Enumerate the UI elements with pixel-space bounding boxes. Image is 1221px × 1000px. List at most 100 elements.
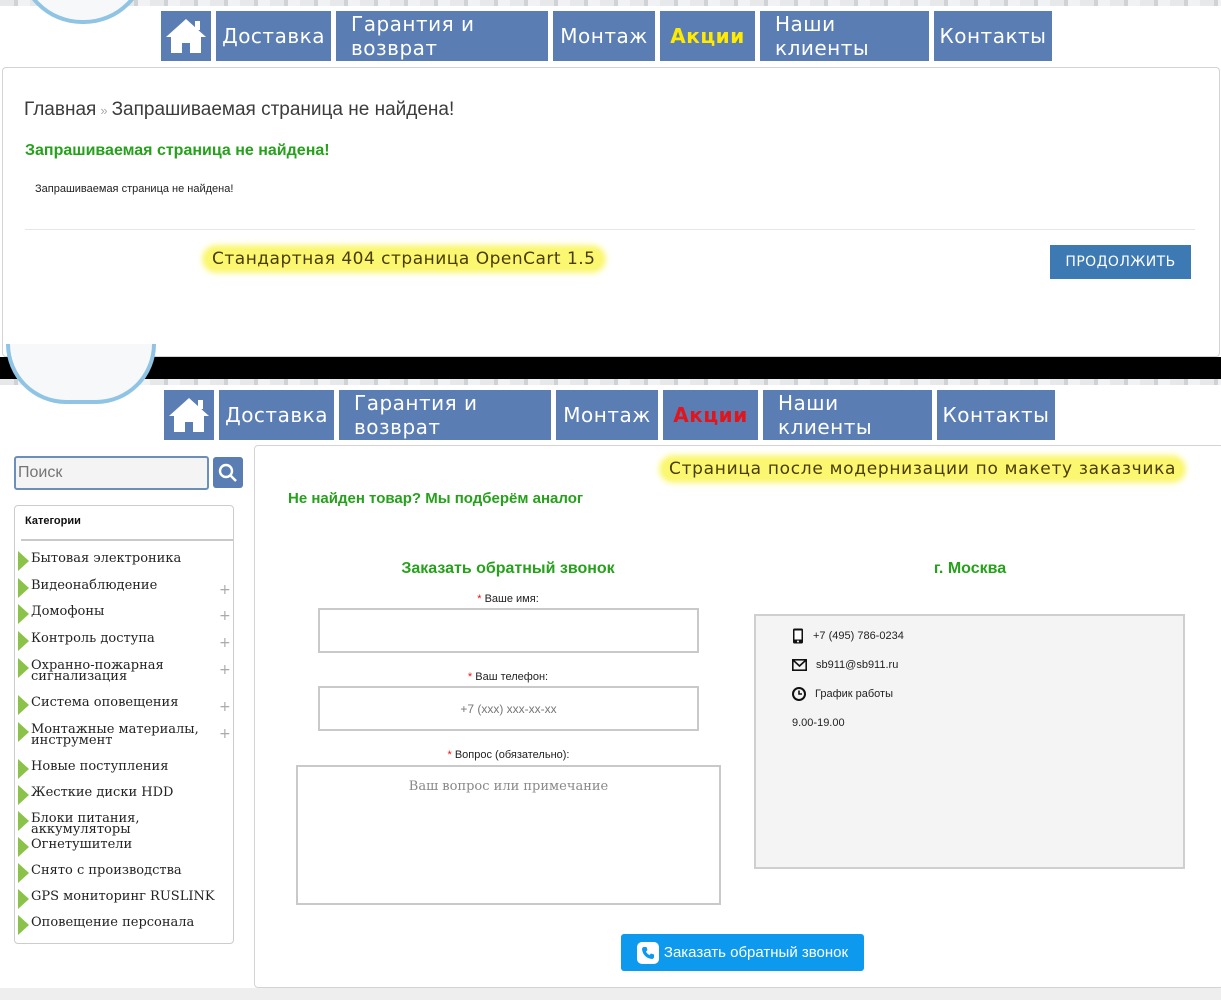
annotation-old-404: Стандартная 404 страница OpenCart 1.5 [206, 249, 602, 269]
sidebar-category-label: GPS мониторинг RUSLINK [31, 889, 215, 904]
nav-promotions[interactable]: Акции [660, 11, 755, 61]
sidebar-category-label: Оповещение персонала [31, 915, 195, 930]
sidebar-category-label: Видеонаблюдение [31, 578, 158, 593]
category-arrow-icon [18, 837, 29, 857]
category-arrow-icon [18, 889, 29, 909]
sidebar-category-label: Контроль доступа [31, 631, 155, 646]
category-arrow-icon [18, 631, 29, 651]
breadcrumb: Главная » Запрашиваемая страница не найден… [24, 99, 454, 121]
continue-button[interactable]: ПРОДОЛЖИТЬ [1050, 245, 1191, 279]
clock-icon [792, 687, 806, 701]
contact-schedule-label: График работы [815, 688, 893, 700]
expand-icon[interactable]: + [219, 636, 231, 650]
nav-promotions-2[interactable]: Акции [663, 390, 758, 440]
footer-strip [0, 988, 1221, 1000]
header-strip [0, 0, 1221, 6]
question-label-text: Вопрос (обязательно): [454, 749, 570, 761]
expand-icon[interactable]: + [219, 583, 231, 597]
category-arrow-icon [18, 759, 29, 779]
search-icon [218, 463, 237, 482]
sidebar-category-label: Система оповещения [31, 695, 179, 710]
nav-installation-2[interactable]: Монтаж [556, 390, 658, 440]
nav-warranty-2[interactable]: Гарантия и возврат [339, 390, 551, 440]
question-label: * Вопрос (обязательно): [296, 749, 721, 761]
callback-submit-label: Заказать обратный звонок [663, 944, 849, 961]
categories-title: Категории [25, 515, 81, 527]
nav-clients[interactable]: Наши клиенты [760, 11, 929, 61]
category-arrow-icon [18, 915, 29, 935]
categories-divider [21, 539, 233, 541]
logo[interactable] [18, 0, 148, 24]
contact-hours: 9.00-19.00 [792, 717, 845, 729]
sidebar-category-label: Огнетушители [31, 837, 133, 852]
required-mark: * [447, 749, 452, 761]
error-message: Запрашиваемая страница не найдена! [35, 183, 234, 195]
nav-delivery[interactable]: Доставка [216, 11, 331, 61]
category-arrow-icon [18, 722, 29, 742]
name-label-text: Ваше имя: [484, 593, 539, 605]
screenshot-separator [0, 357, 1221, 379]
sidebar-category-label: Новые поступления [31, 759, 169, 774]
breadcrumb-current[interactable]: Запрашиваемая страница не найдена! [112, 99, 455, 120]
home-icon [169, 398, 209, 432]
contact-phone: +7 (495) 786-0234 [792, 628, 904, 644]
contact-hours-text: 9.00-19.00 [792, 717, 845, 729]
sidebar-category-label: Жесткие диски HDD [31, 785, 174, 800]
name-field[interactable] [318, 608, 699, 653]
nav-clients-2[interactable]: Наши клиенты [763, 390, 932, 440]
phone-label-text: Ваш телефон: [475, 671, 549, 683]
breadcrumb-home[interactable]: Главная [24, 99, 96, 120]
phone-label: * Ваш телефон: [318, 671, 698, 683]
expand-icon[interactable]: + [219, 700, 231, 714]
page-title-new: Не найден товар? Мы подберём аналог [288, 490, 584, 507]
name-label: * Ваше имя: [318, 593, 698, 605]
nav-installation[interactable]: Монтаж [553, 11, 655, 61]
expand-icon[interactable]: + [219, 663, 231, 677]
header-strip-2 [0, 379, 1221, 385]
contact-box: +7 (495) 786-0234 sb911@sb911.ru График … [754, 614, 1185, 869]
category-arrow-icon [18, 578, 29, 598]
sidebar-category-label: Бытовая электроника [31, 551, 182, 566]
phone-icon [636, 941, 659, 964]
main-nav-2: Доставка Гарантия и возврат Монтаж Акции… [164, 390, 1055, 440]
sidebar-category-label: Снято с производства [31, 863, 182, 878]
callback-submit-button[interactable]: Заказать обратный звонок [621, 934, 864, 971]
contact-phone-text[interactable]: +7 (495) 786-0234 [813, 630, 904, 642]
required-mark: * [477, 593, 482, 605]
category-arrow-icon [18, 658, 29, 678]
search-input[interactable] [14, 456, 209, 490]
envelope-icon [792, 659, 807, 671]
city-title: г. Москва [933, 560, 1007, 577]
nav-home-2[interactable] [164, 390, 214, 440]
expand-icon[interactable]: + [219, 727, 231, 741]
home-icon [166, 19, 206, 53]
category-arrow-icon [18, 863, 29, 883]
required-mark: * [467, 671, 473, 683]
nav-contacts-2[interactable]: Контакты [937, 390, 1055, 440]
callback-title: Заказать обратный звонок [401, 560, 615, 577]
search-button[interactable] [213, 457, 243, 488]
expand-icon[interactable]: + [219, 609, 231, 623]
category-arrow-icon [18, 811, 29, 831]
category-arrow-icon [18, 785, 29, 805]
contact-email-text[interactable]: sb911@sb911.ru [816, 659, 898, 671]
contact-schedule: График работы [792, 687, 893, 701]
mobile-phone-icon [793, 628, 803, 644]
category-arrow-icon [18, 695, 29, 715]
logo-2[interactable] [6, 344, 156, 404]
nav-contacts[interactable]: Контакты [934, 11, 1052, 61]
category-arrow-icon [18, 551, 29, 571]
nav-warranty[interactable]: Гарантия и возврат [336, 11, 548, 61]
page-title: Запрашиваемая страница не найдена! [25, 142, 330, 159]
sidebar-category-label: Домофоны [31, 604, 105, 619]
question-field[interactable]: Ваш вопрос или примечание [296, 765, 721, 905]
nav-home[interactable] [161, 11, 211, 61]
phone-field[interactable]: +7 (xxx) xxx-xx-xx [318, 686, 699, 731]
divider [25, 229, 1195, 230]
nav-delivery-2[interactable]: Доставка [219, 390, 334, 440]
sidebar-category-label: Монтажные материалы, инструмент [31, 722, 199, 748]
annotation-new-404: Страница после модернизации по макету за… [663, 459, 1183, 479]
breadcrumb-separator: » [100, 103, 108, 118]
contact-email: sb911@sb911.ru [792, 659, 898, 671]
main-nav: Доставка Гарантия и возврат Монтаж Акции… [161, 11, 1052, 61]
